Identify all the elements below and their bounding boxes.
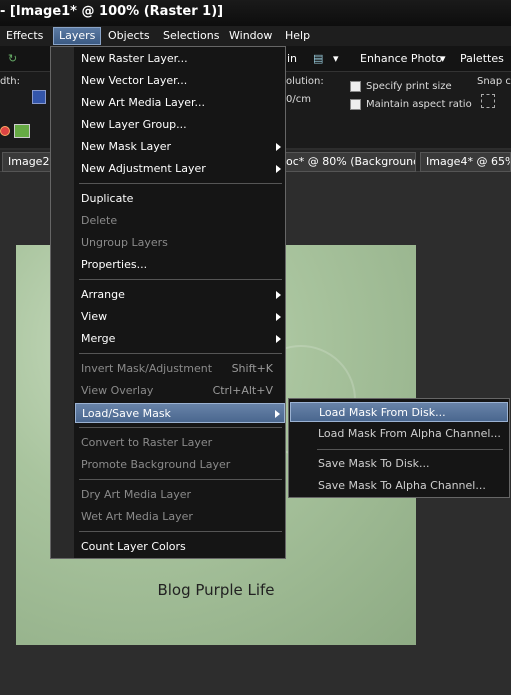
menu-item-view-overlay: View Overlay Ctrl+Alt+V	[75, 381, 285, 401]
tab-image2[interactable]: Image2*	[2, 152, 52, 172]
submenu-arrow-icon	[275, 410, 280, 418]
submenu-item-save-mask-to-disk[interactable]: Save Mask To Disk...	[290, 454, 508, 474]
spinner-icon[interactable]	[32, 90, 46, 104]
zoom-in-label[interactable]: in	[287, 52, 297, 65]
menu-item-wet-art-media: Wet Art Media Layer	[81, 510, 193, 523]
menu-layers[interactable]: Layers	[53, 27, 102, 45]
menu-window[interactable]: Window	[229, 29, 272, 42]
refresh-icon[interactable]: ↻	[8, 52, 17, 65]
menu-item-dry-art-media: Dry Art Media Layer	[81, 488, 192, 501]
menu-item-new-art-media-layer[interactable]: New Art Media Layer...	[75, 93, 285, 113]
resolution-unit: 0/cm	[286, 94, 311, 105]
palettes-button[interactable]: Palettes	[460, 52, 504, 65]
menu-item-new-raster-layer[interactable]: New Raster Layer...	[75, 49, 285, 69]
submenu-item-save-mask-to-alpha[interactable]: Save Mask To Alpha Channel...	[290, 476, 508, 496]
menu-separator	[79, 183, 282, 184]
specify-print-size-label: Specify print size	[366, 81, 452, 92]
resolution-label: olution:	[286, 76, 324, 87]
menu-item-promote-background: Promote Background Layer	[81, 458, 231, 471]
submenu-arrow-icon	[276, 143, 281, 151]
submenu-arrow-icon	[276, 291, 281, 299]
menu-item-properties[interactable]: Properties...	[75, 255, 285, 275]
menu-item-invert-mask: Invert Mask/Adjustment Shift+K	[75, 359, 285, 379]
shortcut-label: Ctrl+Alt+V	[212, 384, 273, 397]
menu-selections[interactable]: Selections	[163, 29, 219, 42]
submenu-arrow-icon	[276, 313, 281, 321]
menu-separator	[79, 479, 282, 480]
width-label: dth:	[0, 76, 20, 87]
menu-separator	[79, 279, 282, 280]
menu-icon-strip	[51, 47, 74, 558]
menu-item-arrange[interactable]: Arrange	[75, 285, 285, 305]
menu-item-delete: Delete	[81, 214, 118, 227]
submenu-arrow-icon	[276, 335, 281, 343]
menu-item-convert-to-raster: Convert to Raster Layer	[81, 436, 213, 449]
menu-bar: Effects Layers Objects Selections Window…	[0, 26, 511, 46]
menu-objects[interactable]: Objects	[108, 29, 150, 42]
submenu-arrow-icon	[276, 165, 281, 173]
menu-item-new-vector-layer[interactable]: New Vector Layer...	[75, 71, 285, 91]
specify-print-size-checkbox[interactable]	[350, 81, 361, 92]
submenu-item-load-mask-from-alpha[interactable]: Load Mask From Alpha Channel...	[290, 424, 508, 444]
menu-item-load-save-mask[interactable]: Load/Save Mask	[75, 403, 285, 423]
maintain-aspect-checkbox[interactable]	[350, 99, 361, 110]
menu-item-ungroup-layers: Ungroup Layers	[81, 236, 168, 249]
menu-separator	[79, 531, 282, 532]
menu-item-duplicate[interactable]: Duplicate	[75, 189, 285, 209]
menu-separator	[317, 449, 503, 450]
menu-item-view[interactable]: View	[75, 307, 285, 327]
page-icon[interactable]: ▤	[313, 52, 323, 65]
maintain-aspect-label: Maintain aspect ratio	[366, 99, 472, 110]
chevron-down-icon[interactable]: ▾	[440, 52, 446, 65]
menu-separator	[79, 353, 282, 354]
tab-image4[interactable]: Image4* @ 65%	[420, 152, 511, 172]
menu-item-new-adjustment-layer[interactable]: New Adjustment Layer	[75, 159, 285, 179]
load-save-mask-submenu: Load Mask From Disk... Load Mask From Al…	[288, 398, 510, 498]
canvas-caption: Blog Purple Life	[157, 581, 275, 599]
menu-separator	[79, 427, 282, 428]
window-title: - [Image1* @ 100% (Raster 1)]	[0, 4, 224, 19]
chevron-down-icon[interactable]: ▾	[333, 52, 339, 65]
snap-icon[interactable]	[481, 94, 495, 108]
menu-item-count-layer-colors[interactable]: Count Layer Colors	[75, 537, 285, 557]
menu-item-new-mask-layer[interactable]: New Mask Layer	[75, 137, 285, 157]
menu-effects[interactable]: Effects	[6, 29, 43, 42]
color-icon[interactable]	[0, 126, 10, 136]
image-icon[interactable]	[14, 124, 30, 138]
snap-label: Snap c	[477, 76, 511, 87]
tab-document[interactable]: oc* @ 80% (Background)	[280, 152, 416, 172]
title-bar: - [Image1* @ 100% (Raster 1)]	[0, 0, 511, 26]
menu-item-new-layer-group[interactable]: New Layer Group...	[75, 115, 285, 135]
layers-menu: New Raster Layer... New Vector Layer... …	[50, 46, 286, 559]
menu-help[interactable]: Help	[285, 29, 310, 42]
submenu-item-load-mask-from-disk[interactable]: Load Mask From Disk...	[290, 402, 508, 422]
shortcut-label: Shift+K	[231, 362, 273, 375]
menu-item-merge[interactable]: Merge	[75, 329, 285, 349]
enhance-photo-button[interactable]: Enhance Photo	[360, 52, 442, 65]
